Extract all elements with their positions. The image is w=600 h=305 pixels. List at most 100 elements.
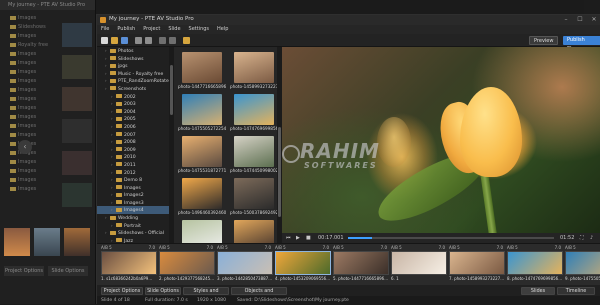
- folder-tree-item[interactable]: › Wedding: [97, 214, 169, 222]
- volume-icon[interactable]: ♪: [590, 234, 593, 242]
- project-options-button[interactable]: Project Options: [101, 287, 143, 295]
- objects-and-animation-button[interactable]: Objects and Animation: [231, 287, 287, 302]
- folder-tree-item[interactable]: › 2008: [97, 138, 169, 146]
- slide-item[interactable]: A/B 5 7.0 7. photo-1458993273227...: [449, 245, 505, 283]
- undo-icon[interactable]: [135, 37, 142, 44]
- slide-item[interactable]: A/B 5 7.0 2. photo-1429377568245...: [159, 245, 215, 283]
- folder-tree-item[interactable]: › 2007: [97, 131, 169, 139]
- add-folder-icon[interactable]: [183, 37, 190, 44]
- folder-tree-item[interactable]: › 2010: [97, 153, 169, 161]
- menu-help[interactable]: Help: [213, 25, 232, 34]
- fullscreen-icon[interactable]: ⛶: [580, 234, 584, 242]
- maximize-button[interactable]: ☐: [573, 15, 587, 25]
- menu-slide[interactable]: Slide: [164, 25, 184, 34]
- file-thumbnail[interactable]: photo-1474450998002-...: [230, 135, 278, 175]
- folder-tree-item[interactable]: › Images4: [97, 206, 169, 215]
- file-thumbnail[interactable]: photo-1447716665896-...: [178, 51, 226, 91]
- folder-icon: [116, 132, 122, 137]
- folder-tree-item[interactable]: › Portrait: [97, 222, 169, 230]
- view-mode-icon[interactable]: [159, 37, 166, 44]
- folder-tree-item[interactable]: › 2004: [97, 108, 169, 116]
- folder-icon: [116, 116, 122, 121]
- slide-thumbnail: [391, 251, 447, 275]
- publish-show-button[interactable]: Publish Show: [563, 36, 600, 52]
- folder-icon: [10, 168, 16, 173]
- menu-file[interactable]: File: [97, 25, 113, 34]
- folder-tree-item[interactable]: › Slideshows: [97, 55, 169, 63]
- folder-tree-item[interactable]: › 2005: [97, 115, 169, 123]
- folder-tree-item[interactable]: › Images: [97, 184, 169, 192]
- background-prev-arrow-icon[interactable]: ‹: [18, 140, 32, 154]
- seek-bar[interactable]: [348, 237, 554, 239]
- open-folder-icon[interactable]: [111, 37, 118, 44]
- folder-tree-item[interactable]: › Slideshows - Official: [97, 229, 169, 237]
- file-thumbnail-grid: photo-1447716665896-... photo-14589932732…: [174, 47, 282, 243]
- folder-tree-item[interactable]: › 2002: [97, 93, 169, 101]
- background-tree-item: Images: [0, 77, 60, 86]
- stop-icon[interactable]: ■: [306, 234, 311, 242]
- folder-tree-item-label: Images4: [124, 208, 144, 214]
- slide-item[interactable]: A/B 5 7.0 8. photo-1474769699856...: [507, 245, 563, 283]
- folder-tree-item[interactable]: › Photos: [97, 47, 169, 55]
- background-tree-item-label: Images: [18, 15, 37, 21]
- slide-options-button[interactable]: Slide Options: [145, 287, 181, 295]
- folder-tree-item[interactable]: › 2011: [97, 161, 169, 169]
- folder-tree-item[interactable]: › 2012: [97, 169, 169, 177]
- folder-tree-item[interactable]: › Demo 8: [97, 176, 169, 184]
- folder-icon: [10, 114, 16, 119]
- slide-item[interactable]: A/B 5 7.0 4. photo-1453209069556...: [275, 245, 331, 283]
- folder-tree-item[interactable]: › 2009: [97, 146, 169, 154]
- timeline-tab[interactable]: Timeline: [557, 287, 595, 295]
- watermark-logo-icon: [282, 145, 300, 163]
- background-tree-item: Royalty free: [0, 41, 60, 50]
- slide-item[interactable]: A/B 5 7.0 5. photo-1447716665896...: [333, 245, 389, 283]
- file-thumbnail[interactable]: photo-1458993273227-...: [230, 51, 278, 91]
- folder-tree-item[interactable]: › jpgs: [97, 62, 169, 70]
- menu-settings[interactable]: Settings: [185, 25, 214, 34]
- folder-tree-item[interactable]: › Images2: [97, 191, 169, 199]
- background-tree-item-label: Images: [18, 168, 37, 174]
- folder-tree-item[interactable]: › Screenshots: [97, 85, 169, 93]
- save-icon[interactable]: [121, 37, 128, 44]
- slides-tab[interactable]: Slides: [521, 287, 555, 295]
- menu-project[interactable]: Project: [139, 25, 164, 34]
- folder-tree-item[interactable]: › Music - Royalty free: [97, 70, 169, 78]
- file-thumbnail[interactable]: photo-1504855575501-...: [230, 219, 278, 243]
- background-tree-item-label: Images: [18, 186, 37, 192]
- minimize-button[interactable]: –: [559, 15, 573, 25]
- slide-item[interactable]: A/B 5 7.0 6. 1: [391, 245, 447, 283]
- thumbnail-image: [182, 94, 222, 125]
- redo-icon[interactable]: [145, 37, 152, 44]
- file-thumbnail[interactable]: photo-1475505272254-...: [178, 93, 226, 133]
- folder-tree-item[interactable]: › 2006: [97, 123, 169, 131]
- slide-thumbnail: [333, 251, 389, 275]
- folder-tree-item-label: Slideshows: [118, 56, 144, 62]
- folder-tree-item[interactable]: › Images3: [97, 199, 169, 207]
- slide-item[interactable]: A/B 5 7.0 1. s1c68366242b0a6P9...: [101, 245, 157, 283]
- slide-caption: 7. photo-1458993273227...: [449, 276, 505, 281]
- folder-tree-item[interactable]: › 2003: [97, 100, 169, 108]
- slide-caption: 2. photo-1429377568245...: [159, 276, 215, 281]
- file-thumbnail[interactable]: photo-1474769699856-...: [230, 93, 278, 133]
- slide-caption: 8. photo-1474769699856...: [507, 276, 563, 281]
- play-icon[interactable]: ▶: [296, 234, 300, 242]
- close-button[interactable]: ✕: [587, 15, 600, 25]
- styles-and-themes-button[interactable]: Styles and Themes: [183, 287, 229, 302]
- slide-item[interactable]: A/B 5 7.0 3. photo-1442850473887...: [217, 245, 273, 283]
- slide-item[interactable]: A/B 57.09. photo-1475505272254...: [565, 245, 600, 283]
- new-project-icon[interactable]: [101, 37, 108, 44]
- slide-badge: A/B 5: [565, 245, 576, 250]
- preview-button[interactable]: Preview: [529, 36, 559, 45]
- background-slide-options-button[interactable]: Slide Options: [48, 266, 88, 276]
- background-project-options-button[interactable]: Project Options: [4, 266, 44, 276]
- folder-tree-item[interactable]: › PTE_RandZoomRotate: [97, 77, 169, 85]
- menu-publish[interactable]: Publish: [113, 25, 139, 34]
- go-to-start-icon[interactable]: ⏮: [286, 234, 291, 242]
- file-thumbnail[interactable]: photo-1475531872771-...: [178, 135, 226, 175]
- sort-icon[interactable]: [169, 37, 176, 44]
- background-tree-item-label: Images: [18, 87, 37, 93]
- file-thumbnail[interactable]: photo-1500378692492-...: [230, 177, 278, 217]
- file-thumbnail[interactable]: photo-1503919433242-...: [178, 219, 226, 243]
- file-thumbnail[interactable]: photo-1496460392460-...: [178, 177, 226, 217]
- slide-caption: 4. photo-1453209069556...: [275, 276, 331, 281]
